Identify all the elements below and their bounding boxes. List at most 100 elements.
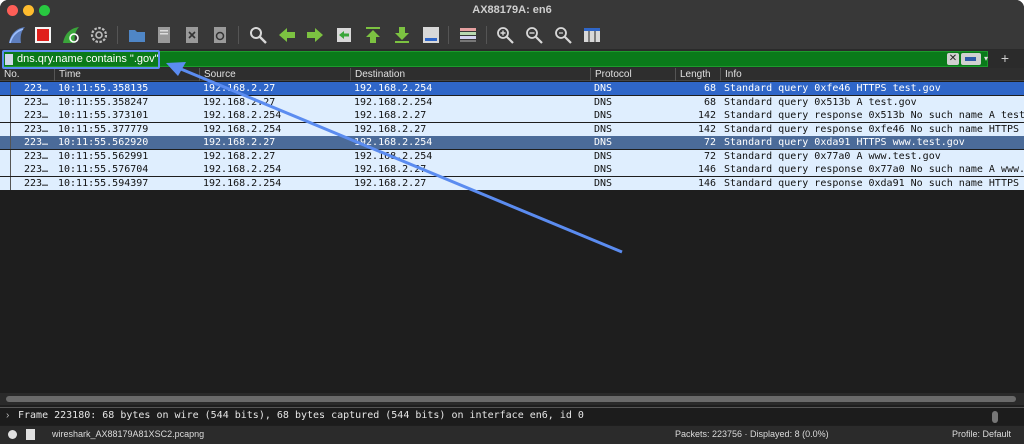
add-filter-button[interactable]: + <box>998 50 1012 66</box>
last-packet-button[interactable] <box>391 24 413 46</box>
gear-options-icon <box>90 26 108 44</box>
zoom-out-icon <box>526 27 543 44</box>
title-bar: AX88179A: en6 <box>0 0 1024 20</box>
close-file-button[interactable] <box>181 24 203 46</box>
packet-info: Standard query response 0xda91 No such n… <box>724 177 1024 189</box>
go-back-button[interactable] <box>276 24 298 46</box>
packet-info: Standard query 0xda91 HTTPS www.test.gov <box>724 137 965 148</box>
packet-destination: 192.168.2.254 <box>354 137 433 148</box>
zoom-in-icon <box>497 27 514 44</box>
find-packet-button[interactable] <box>247 24 269 46</box>
autoscroll-button[interactable] <box>420 24 442 46</box>
packet-time: 10:11:55.562991 <box>58 150 149 162</box>
packet-time: 10:11:55.358135 <box>58 83 149 94</box>
packet-length: 72 <box>703 137 716 148</box>
packet-length: 68 <box>703 96 716 108</box>
close-window-button[interactable] <box>7 5 18 16</box>
column-header-length[interactable]: Length <box>675 68 720 81</box>
column-header-info[interactable]: Info <box>720 68 1024 81</box>
stop-square-icon <box>35 27 51 43</box>
packet-source: 192.168.2.27 <box>203 150 276 162</box>
start-capture-button[interactable] <box>6 24 28 46</box>
stop-capture-button[interactable] <box>32 24 54 46</box>
normal-size-button[interactable] <box>552 24 574 46</box>
horizontal-scrollbar[interactable] <box>0 393 1024 405</box>
expert-info-led-icon[interactable] <box>8 430 17 439</box>
conversation-tree-line <box>10 109 11 122</box>
packet-list[interactable]: 223… 10:11:55.358135 192.168.2.27 192.168.2… <box>0 82 1024 392</box>
reload-file-icon <box>214 27 226 43</box>
capture-comments-icon[interactable] <box>26 429 35 440</box>
go-to-packet-button[interactable] <box>333 24 355 46</box>
packet-destination: 192.168.2.254 <box>354 96 433 108</box>
capture-file-name: wireshark_AX88179A81XSC2.pcapng <box>52 429 205 439</box>
packet-row[interactable]: 223… 10:11:55.562991 192.168.2.27 192.168.2… <box>0 149 1024 163</box>
column-header-source[interactable]: Source <box>199 68 350 81</box>
column-header-time[interactable]: Time <box>54 68 199 81</box>
packet-row[interactable]: 223… 10:11:55.358247 192.168.2.27 192.168.2… <box>0 95 1024 109</box>
packet-source: 192.168.2.254 <box>203 177 282 189</box>
scrollbar-thumb[interactable] <box>6 396 1016 402</box>
last-packet-icon <box>395 27 409 43</box>
reload-file-button[interactable] <box>209 24 231 46</box>
packet-time: 10:11:55.358247 <box>58 96 149 108</box>
packet-number: 223… <box>24 164 49 175</box>
zoom-out-button[interactable] <box>523 24 545 46</box>
details-scrollbar[interactable] <box>992 411 998 423</box>
packet-number: 223… <box>24 123 49 135</box>
packet-number: 223… <box>24 96 49 108</box>
folder-open-icon <box>129 30 145 42</box>
packet-source: 192.168.2.254 <box>203 164 282 175</box>
go-forward-button[interactable] <box>304 24 326 46</box>
annotation-highlight-box <box>2 50 160 69</box>
packet-row[interactable]: 223… 10:11:55.576704 192.168.2.254 192.168.… <box>0 163 1024 176</box>
autoscroll-icon <box>423 27 439 43</box>
clear-filter-button[interactable]: ✕ <box>947 53 959 65</box>
resize-columns-button[interactable] <box>581 24 603 46</box>
packet-source: 192.168.2.27 <box>203 137 276 148</box>
toolbar-separator <box>238 26 239 44</box>
profile-label[interactable]: Profile: Default <box>952 429 1011 439</box>
packet-protocol: DNS <box>594 123 613 135</box>
packet-number: 223… <box>24 110 49 121</box>
packet-source: 192.168.2.27 <box>203 83 276 94</box>
column-header-no[interactable]: No. <box>0 68 54 81</box>
conversation-tree-line <box>10 149 11 163</box>
toolbar-separator <box>117 26 118 44</box>
find-packet-icon <box>250 27 267 44</box>
capture-options-button[interactable] <box>88 24 110 46</box>
maximize-window-button[interactable] <box>39 5 50 16</box>
packet-length: 146 <box>697 164 716 175</box>
minimize-window-button[interactable] <box>23 5 34 16</box>
packet-length: 72 <box>703 150 716 162</box>
zoom-in-button[interactable] <box>494 24 516 46</box>
packet-row[interactable]: 223… 10:11:55.562920 192.168.2.27 192.168.2… <box>0 136 1024 149</box>
packet-source: 192.168.2.27 <box>203 96 276 108</box>
frame-summary[interactable]: Frame 223180: 68 bytes on wire (544 bits… <box>18 410 584 421</box>
open-file-button[interactable] <box>126 24 148 46</box>
save-file-button[interactable] <box>153 24 175 46</box>
colorize-button[interactable] <box>457 24 479 46</box>
packet-row[interactable]: 223… 10:11:55.373101 192.168.2.254 192.168.… <box>0 109 1024 122</box>
packet-length: 142 <box>697 110 716 121</box>
packet-length: 68 <box>703 83 716 94</box>
first-packet-button[interactable] <box>362 24 384 46</box>
packet-number: 223… <box>24 137 49 148</box>
restart-capture-button[interactable] <box>60 24 82 46</box>
packet-destination: 192.168.2.254 <box>354 150 433 162</box>
toolbar-separator <box>448 26 449 44</box>
column-header-destination[interactable]: Destination <box>350 68 590 81</box>
recent-filters-dropdown[interactable]: ▾ <box>984 53 993 65</box>
packet-row[interactable]: 223… 10:11:55.594397 192.168.2.254 192.168.… <box>0 176 1024 190</box>
packet-protocol: DNS <box>594 150 613 162</box>
expand-chevron-icon[interactable]: › <box>6 410 9 421</box>
packet-destination: 192.168.2.27 <box>354 177 427 189</box>
packet-info: Standard query 0x513b A test.gov <box>724 96 917 108</box>
packet-row[interactable]: 223… 10:11:55.377779 192.168.2.254 192.168.… <box>0 122 1024 136</box>
packet-info: Standard query response 0xfe46 No such n… <box>724 123 1024 135</box>
packet-row[interactable]: 223… 10:11:55.358135 192.168.2.27 192.168.2… <box>0 82 1024 95</box>
packet-info: Standard query response 0x77a0 No such n… <box>724 164 1024 175</box>
resize-columns-icon <box>584 28 600 42</box>
apply-filter-button[interactable] <box>961 53 981 65</box>
column-header-protocol[interactable]: Protocol <box>590 68 675 81</box>
